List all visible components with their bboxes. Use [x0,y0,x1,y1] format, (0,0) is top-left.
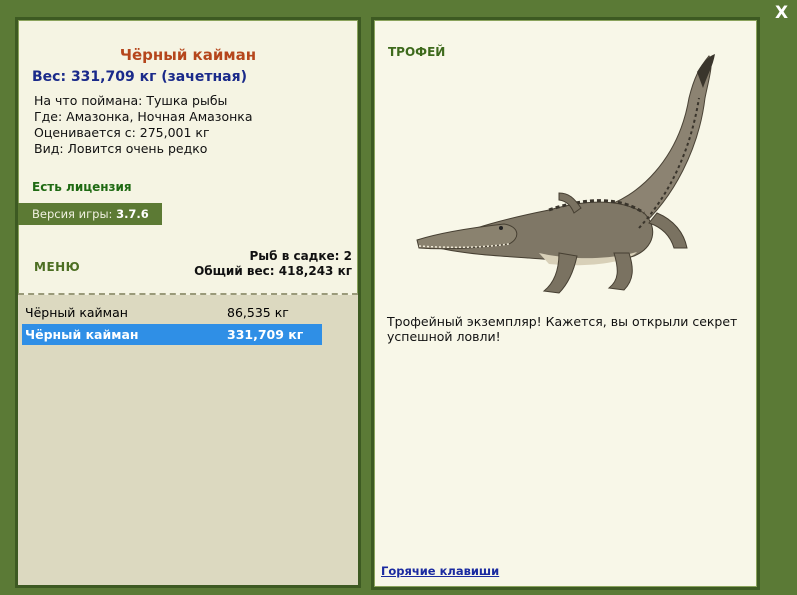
close-icon[interactable]: X [775,3,788,23]
list-item-selected[interactable]: Чёрный кайман 331,709 кг [22,324,322,345]
list-item-weight: 331,709 кг [227,327,304,342]
version-value: 3.7.6 [116,207,149,221]
version-bar: Версия игры: 3.7.6 [18,203,162,225]
trophy-description: Трофейный экземпляр! Кажется, вы открыли… [387,314,738,344]
fish-weight: Вес: 331,709 кг (зачетная) [32,69,247,85]
value-info: Оценивается с: 275,001 кг [34,125,210,140]
list-item-weight: 86,535 кг [227,305,289,320]
trophy-panel: ТРОФЕЙ Трофейный экземпляр! Кажется, вы … [371,17,760,590]
list-item-name: Чёрный кайман [25,327,139,342]
version-label: Версия игры: [32,207,113,221]
location-info: Где: Амазонка, Ночная Амазонка [34,109,253,124]
list-item-name: Чёрный кайман [25,305,128,320]
license-status: Есть лицензия [32,180,132,194]
list-item[interactable]: Чёрный кайман 86,535 кг [22,302,322,323]
rarity-info: Вид: Ловится очень редко [34,141,208,156]
fish-title: Чёрный кайман [119,46,257,64]
keepnet-count: Рыб в садке: 2 [249,249,353,263]
keepnet-total-weight: Общий вес: 418,243 кг [194,264,352,278]
caiman-image [416,54,715,294]
fish-info-panel: Чёрный кайман Вес: 331,709 кг (зачетная)… [15,17,361,588]
catch-list: Чёрный кайман 86,535 кг Чёрный кайман 33… [18,295,358,585]
hotkeys-link[interactable]: Горячие клавиши [381,564,499,578]
menu-button[interactable]: МЕНЮ [34,260,80,274]
bait-info: На что поймана: Тушка рыбы [34,93,228,108]
